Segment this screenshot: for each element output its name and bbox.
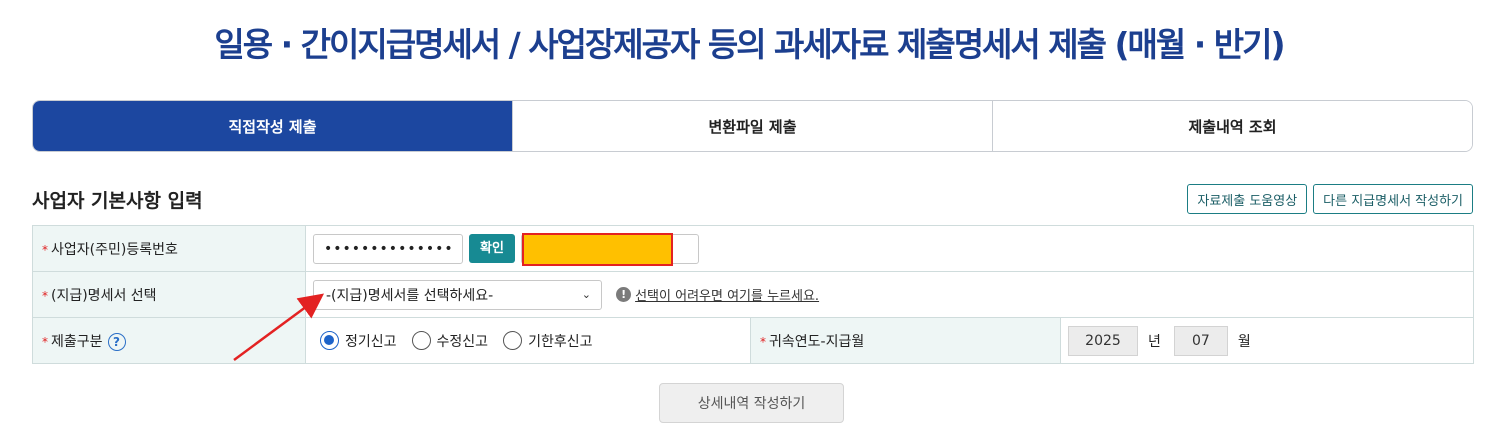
radio-amended-report[interactable]: 수정신고 [411,331,489,351]
period-value-cell: 2025 년 07 월 [1059,317,1475,364]
row-statement-select: * (지급)명세서 선택 -(지급)명세서를 선택하세요- ⌄ ! 선택이 어려우… [32,271,1475,318]
reg-number-input[interactable]: •••••••••••••• [313,233,463,264]
period-label-cell: * 귀속연도-지급월 [750,317,1061,364]
radio-indicator [503,331,523,350]
confirm-button[interactable]: 확인 [469,234,515,263]
row-reg-number: * 사업자(주민)등록번호 •••••••••••••• 확인 [32,225,1475,272]
statement-label-cell: * (지급)명세서 선택 [32,271,306,318]
submission-type-label: 제출구분 [51,333,103,350]
submission-type-value-cell: 정기신고 수정신고 기한후신고 [305,317,751,364]
submission-type-label-cell: * 제출구분? [32,317,306,364]
radio-regular-report[interactable]: 정기신고 [320,331,397,351]
statement-label: (지급)명세서 선택 [51,287,157,304]
year-field: 2025 [1068,325,1138,356]
required-mark: * [42,288,48,303]
reg-number-value-cell: •••••••••••••• 확인 [304,225,1475,272]
business-name-field [520,232,699,266]
period-label: 귀속연도-지급월 [769,333,865,350]
business-info-form: * 사업자(주민)등록번호 •••••••••••••• 확인 * (지급)명세서 선… [32,225,1475,364]
chevron-down-icon: ⌄ [581,288,591,301]
reg-number-label: 사업자(주민)등록번호 [51,241,178,258]
radio-late-report[interactable]: 기한후신고 [503,331,592,351]
radio-checked-indicator [320,331,339,350]
tab-bar: 직접작성 제출 변환파일 제출 제출내역 조회 [32,100,1473,152]
radio-amended-label: 수정신고 [436,333,489,350]
required-mark: * [42,334,48,349]
section-actions: 자료제출 도움영상 다른 지급명세서 작성하기 [1187,184,1473,214]
radio-late-label: 기한후신고 [528,333,593,350]
redacted-area [521,232,673,266]
statement-select-value: -(지급)명세서를 선택하세요- [326,287,494,304]
info-icon: ! [616,287,632,302]
statement-help: ! 선택이 어려우면 여기를 누르세요. [616,285,819,304]
help-video-button[interactable]: 자료제출 도움영상 [1187,184,1308,214]
page-title: 일용 · 간이지급명세서 / 사업장제공자 등의 과세자료 제출명세서 제출 (… [214,25,1285,64]
other-statement-button[interactable]: 다른 지급명세서 작성하기 [1313,184,1473,214]
statement-select[interactable]: -(지급)명세서를 선택하세요- ⌄ [313,279,602,310]
required-mark: * [760,334,766,349]
section-title: 사업자 기본사항 입력 [32,190,203,212]
required-mark: * [42,242,48,257]
radio-indicator [411,331,431,350]
statement-value-cell: -(지급)명세서를 선택하세요- ⌄ ! 선택이 어려우면 여기를 누르세요. [304,271,1475,318]
month-field: 07 [1173,325,1228,356]
radio-regular-label: 정기신고 [345,333,397,350]
write-detail-button[interactable]: 상세내역 작성하기 [659,383,844,423]
question-icon[interactable]: ? [107,332,126,351]
tab-direct-submit[interactable]: 직접작성 제출 [33,101,512,151]
submission-type-radio-group: 정기신고 수정신고 기한후신고 [313,331,750,351]
row-submission-type: * 제출구분? 정기신고 수정신고 기한후신고 * 귀속연도-지급월 2025 … [32,317,1475,364]
tab-submission-history[interactable]: 제출내역 조회 [992,101,1472,151]
reg-number-label-cell: * 사업자(주민)등록번호 [32,225,306,272]
tab-file-convert-submit[interactable]: 변환파일 제출 [512,101,992,151]
year-unit: 년 [1148,333,1161,350]
month-unit: 월 [1237,333,1251,350]
statement-help-link[interactable]: 선택이 어려우면 여기를 누르세요. [635,285,819,304]
